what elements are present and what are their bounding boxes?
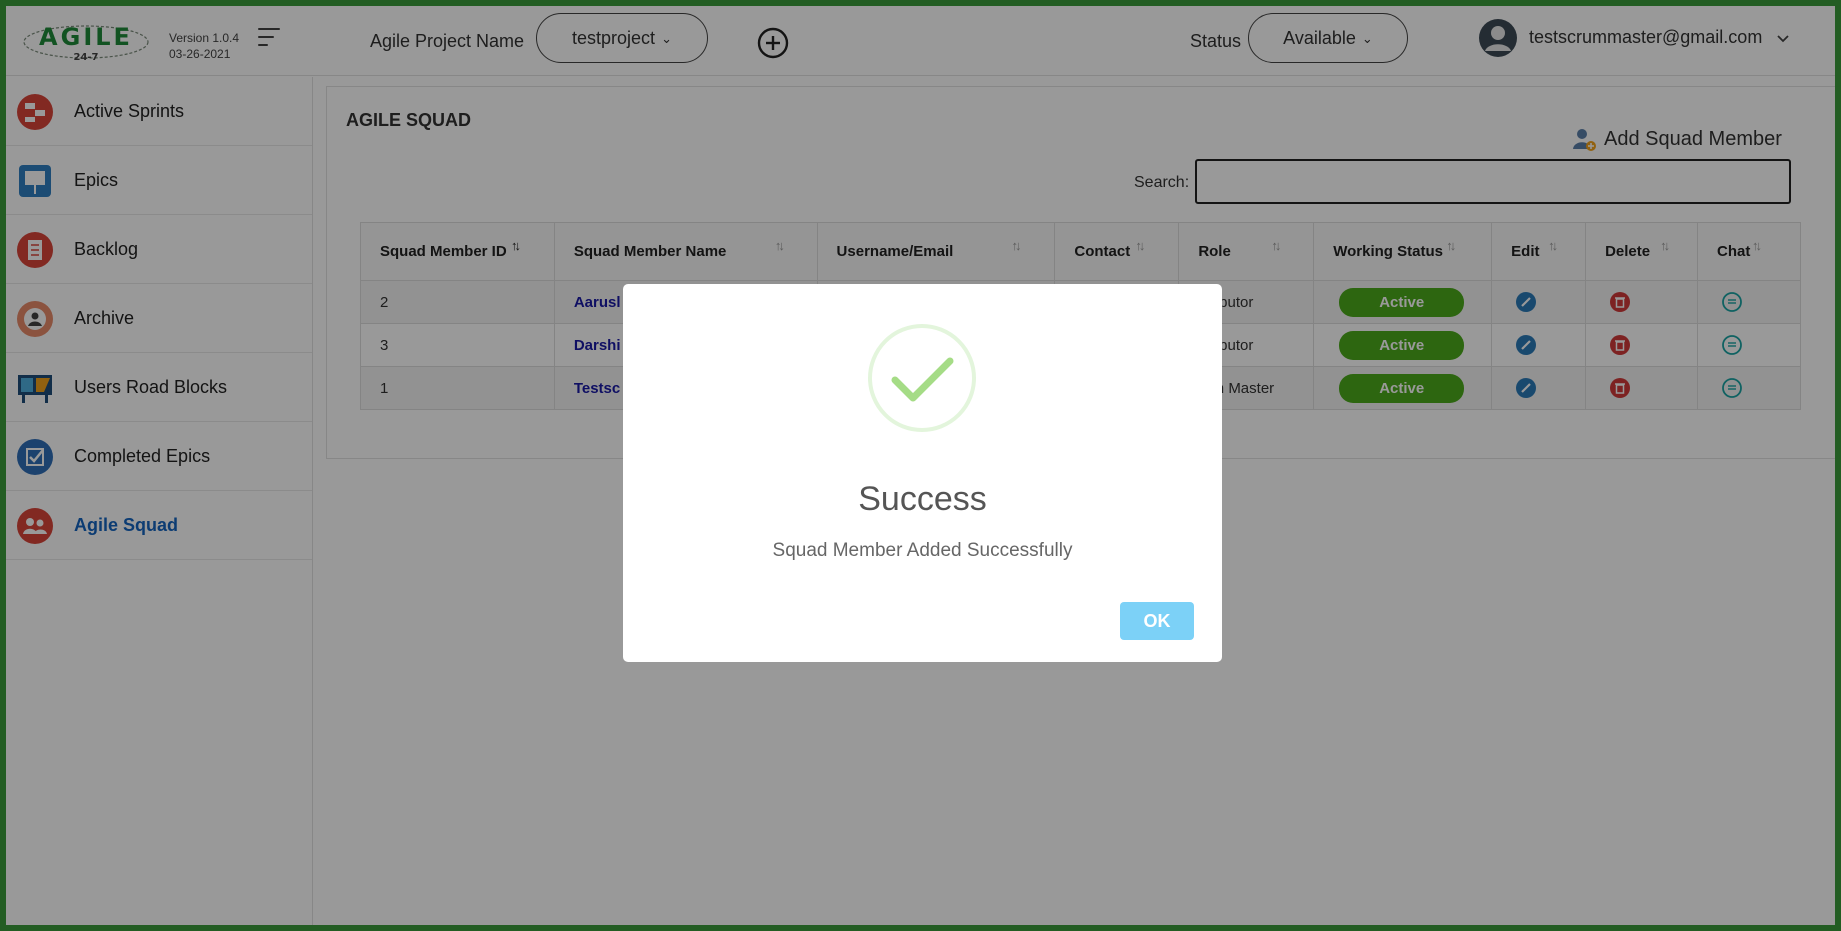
ok-button[interactable]: OK <box>1120 602 1194 640</box>
success-dialog: Success Squad Member Added Successfully … <box>623 284 1222 662</box>
dialog-message: Squad Member Added Successfully <box>772 540 1073 561</box>
dialog-title: Success <box>858 480 987 518</box>
success-check-icon <box>868 324 976 432</box>
